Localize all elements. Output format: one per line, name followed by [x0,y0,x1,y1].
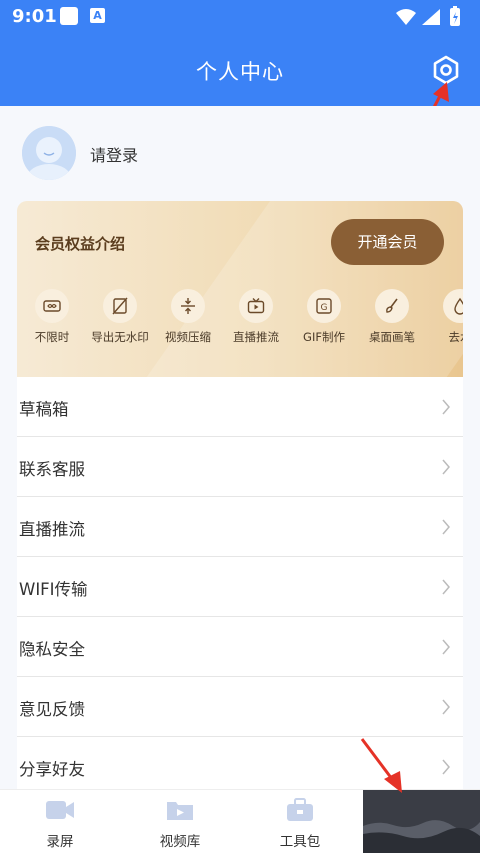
page-title: 个人中心 [196,60,284,84]
video-camera-icon [46,801,74,819]
feature-remove-watermark[interactable]: 去水 [424,289,463,345]
avatar[interactable] [22,126,76,180]
vip-title: 会员权益介绍 [35,235,126,253]
system-status-icons [396,6,460,26]
feature-unlimited[interactable]: 不限时 [17,289,88,345]
tab-profile-active[interactable] [363,790,480,853]
settings-hexagon-icon [433,55,459,85]
feature-desktop-brush[interactable]: 桌面画笔 [356,289,428,345]
svg-text:G: G [321,303,328,313]
profile-section: 请登录 [0,106,480,198]
avatar-face-icon [22,126,76,180]
header-bar: 个人中心 [0,34,480,106]
notification-square-icon [60,7,78,25]
vip-benefits-card: 会员权益介绍 开通会员 不限时 导出无水印 视频压缩 直播推流 G GIF制作 … [17,201,463,377]
menu-item-wifi-transfer[interactable]: WIFI传输 [17,557,463,617]
tab-thumbnail [363,790,480,853]
live-tv-icon [247,298,265,314]
video-folder-icon [167,802,193,820]
wifi-icon [396,9,416,25]
menu-item-live-stream[interactable]: 直播推流 [17,497,463,557]
chevron-right-icon [442,699,450,715]
settings-menu-list: 草稿箱 联系客服 直播推流 WIFI传输 隐私安全 意见反馈 分享好友 [17,377,463,789]
signal-icon [422,9,440,25]
no-watermark-icon [112,297,128,315]
chevron-right-icon [442,519,450,535]
feature-video-compress[interactable]: 视频压缩 [152,289,224,345]
status-time: 9:01 [12,6,57,27]
menu-item-drafts[interactable]: 草稿箱 [17,377,463,437]
bottom-tab-bar: 录屏 视频库 工具包 [0,789,480,853]
settings-button[interactable] [430,54,462,86]
chevron-right-icon [442,759,450,775]
feature-no-watermark[interactable]: 导出无水印 [84,289,156,345]
tab-toolbox[interactable]: 工具包 [240,790,360,853]
gif-icon: G [316,298,332,314]
feature-live-stream[interactable]: 直播推流 [220,289,292,345]
infinity-icon [43,300,61,312]
chevron-right-icon [442,399,450,415]
menu-item-privacy[interactable]: 隐私安全 [17,617,463,677]
login-link[interactable]: 请登录 [90,142,138,166]
tab-video-library[interactable]: 视频库 [120,790,240,853]
chevron-right-icon [442,459,450,475]
menu-item-feedback[interactable]: 意见反馈 [17,677,463,737]
menu-item-customer-service[interactable]: 联系客服 [17,437,463,497]
content-area: 请登录 会员权益介绍 开通会员 不限时 导出无水印 视频压缩 直播推流 G GI… [0,106,480,789]
drop-icon [454,297,463,315]
notification-a-icon: A [90,8,105,23]
vip-feature-list: 不限时 导出无水印 视频压缩 直播推流 G GIF制作 桌面画笔 去 [17,289,463,359]
status-bar: 9:01 A [0,0,480,34]
toolbox-icon [287,798,313,821]
chevron-right-icon [442,579,450,595]
brush-icon [386,298,398,313]
feature-gif-maker[interactable]: G GIF制作 [288,289,360,345]
tab-record-screen[interactable]: 录屏 [0,790,120,853]
compress-icon [181,298,195,314]
menu-item-share[interactable]: 分享好友 [17,737,463,789]
chevron-right-icon [442,639,450,655]
open-vip-button[interactable]: 开通会员 [331,219,444,265]
